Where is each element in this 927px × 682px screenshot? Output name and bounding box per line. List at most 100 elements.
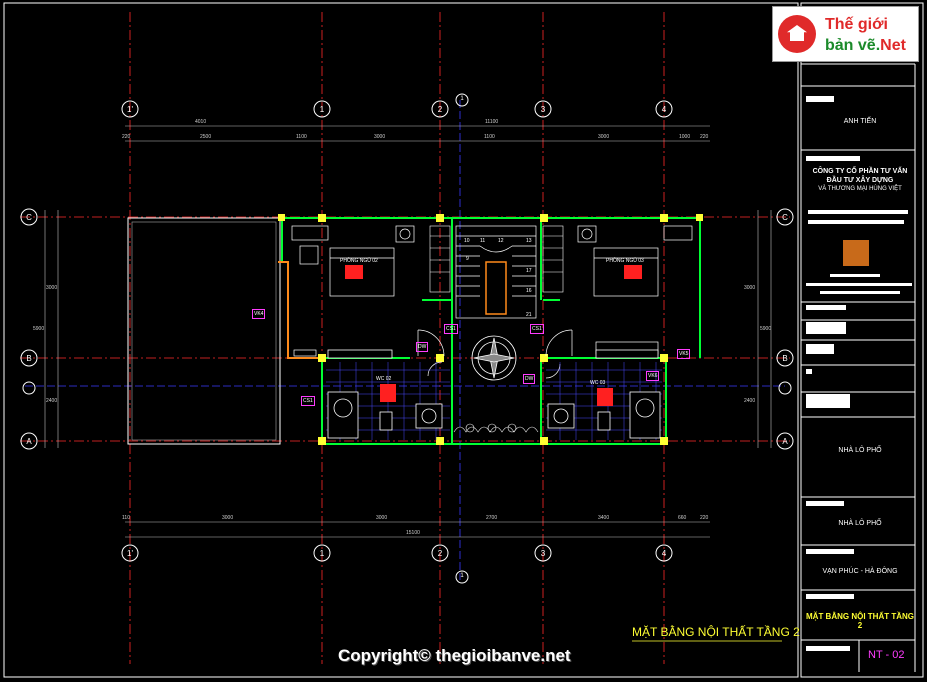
- dim-left: 2400: [46, 398, 58, 404]
- axis-label-top-2: 2: [437, 105, 443, 114]
- axis-label-bottom-3: 3: [540, 549, 546, 558]
- tb-bar: [806, 305, 846, 310]
- tb-company-2: ĐẦU TƯ XÂY DỰNG: [826, 177, 894, 184]
- tb-bar: [806, 283, 912, 286]
- tb-bar: [820, 291, 900, 294]
- dim-top-sub: 3000: [598, 134, 610, 140]
- tag-vk6: VK6: [646, 371, 660, 381]
- dim-top-sub: 1100: [484, 134, 495, 140]
- company-logo: [843, 240, 869, 266]
- tb-bar: [806, 501, 844, 506]
- tb-company-1: CÔNG TY CỔ PHẦN TƯ VẤN: [812, 168, 908, 175]
- dim-bottom-sub: 110: [122, 515, 130, 521]
- tb-project-2: NHÀ LÔ PHỐ: [838, 520, 882, 527]
- dim-top-total: 11100: [485, 119, 499, 125]
- dim-right: 2400: [744, 398, 756, 404]
- dim-top-sub: 1100: [296, 134, 307, 140]
- axis-label-right-c: C: [782, 213, 788, 222]
- tb-bar: [806, 96, 834, 102]
- tb-bar: [806, 646, 850, 651]
- logo-line1: Thế giới: [825, 16, 888, 33]
- tb-bar: [806, 344, 834, 354]
- tag-cs1: CS1: [530, 324, 544, 334]
- tag-dw: DW: [416, 342, 429, 352]
- tb-project-1: NHÀ LÔ PHỐ: [838, 447, 882, 454]
- planter: [453, 423, 539, 433]
- dim-right: 3000: [744, 285, 756, 291]
- terrace-inner: [131, 221, 277, 441]
- room-label-wc1: WC 02: [376, 376, 392, 382]
- copyright: Copyright© thegioibanve.net: [338, 646, 571, 665]
- dim-bottom-sub: 220: [700, 515, 709, 521]
- stair-step: 16: [526, 288, 532, 294]
- tb-bar: [806, 369, 812, 374]
- logo-line2: bản vẽ.: [825, 37, 881, 54]
- stair-step: 13: [526, 238, 532, 244]
- bedroom2-furniture: [577, 225, 693, 355]
- room-label-bed2: PHÒNG NGỦ 03: [606, 258, 644, 264]
- dim-bottom-sub: 3400: [598, 515, 610, 521]
- tb-location: VẠN PHÚC - HÀ ĐÔNG: [822, 568, 898, 575]
- tag-vk4: VK4: [252, 309, 266, 319]
- tb-company-3: VÀ THƯƠNG MẠI HÙNG VIỆT: [818, 186, 902, 192]
- dim-top-sub: 220: [700, 134, 709, 140]
- dim-left: 5900: [33, 326, 45, 332]
- axis-label-bottom-2: 2: [437, 549, 443, 558]
- stair-step: 11: [480, 238, 486, 244]
- drawing-title: MẶT BẰNG NỘI THẤT TẦNG 2: [632, 625, 800, 639]
- dim-bottom-sub: 2700: [486, 515, 498, 521]
- stair-step: 12: [498, 238, 504, 244]
- tb-owner: ANH TIẾN: [843, 118, 877, 125]
- grid-lines-vertical: [129, 12, 665, 664]
- bedroom1-furniture: [291, 225, 415, 357]
- axis-label-top-4: 4: [661, 105, 667, 114]
- dim-bottom-total: 15100: [406, 530, 420, 536]
- tag-vk5: VK5: [677, 349, 691, 359]
- dim-top-sub: 220: [122, 134, 131, 140]
- stair-step: 10: [464, 238, 470, 244]
- dim-bottom-sub: 660: [678, 515, 687, 521]
- tb-bar: [830, 274, 880, 277]
- tb-bar: [808, 210, 908, 214]
- tag-cs1: CS1: [444, 324, 458, 334]
- tb-bar: [806, 156, 860, 161]
- terrace-outline: [127, 217, 281, 445]
- dim-top-sub: 3000: [374, 134, 386, 140]
- stair-step: 9: [466, 256, 469, 262]
- stair-step: 21: [526, 312, 532, 318]
- axis-label-bottom-1: 1: [319, 549, 325, 558]
- dimension-lines: [44, 125, 772, 538]
- room-label-wc2: WC 03: [590, 380, 606, 386]
- axis-label-right-b: B: [782, 354, 788, 363]
- orange-wall: [278, 261, 318, 359]
- axis-label-top-1: 1: [319, 105, 325, 114]
- axis-label-top-3: 3: [540, 105, 546, 114]
- section-lines: [25, 100, 785, 580]
- dim-bottom-sub: 3000: [222, 515, 234, 521]
- tb-drawing-name: MẶT BẰNG NỘI THẤT TẦNG 2: [806, 612, 914, 631]
- axis-label-top-1p: 1': [127, 105, 133, 114]
- grid-bubbles: [20, 93, 794, 584]
- stair-well: [485, 261, 507, 315]
- dim-top-sub: 1000: [679, 134, 691, 140]
- dim-right: 5900: [760, 326, 772, 332]
- logo-net: Net: [880, 37, 906, 54]
- dim-bottom-sub: 3000: [376, 515, 388, 521]
- section-mark-bottom: 1: [460, 573, 464, 579]
- axis-label-left-c: C: [26, 213, 32, 222]
- stair-step: 17: [526, 268, 532, 274]
- axis-label-bottom-4: 4: [661, 549, 667, 558]
- dim-top-sub: 4010: [195, 119, 207, 125]
- axis-label-left-a: A: [26, 437, 32, 446]
- logo-line2-wrap: bản vẽ.Net: [825, 37, 906, 55]
- tag-cs1: CS1: [301, 396, 315, 406]
- floor-medallion: [471, 335, 517, 381]
- tb-bar: [806, 594, 854, 599]
- tb-bar: [806, 549, 854, 554]
- tb-sheet: NT - 02: [868, 649, 905, 661]
- axis-label-bottom-1p: 1': [127, 549, 133, 558]
- room-label-bed1: PHÒNG NGỦ 02: [340, 258, 378, 264]
- tb-bar: [808, 220, 904, 224]
- dim-left: 3000: [46, 285, 58, 291]
- cad-drawing: Thế giới bản vẽ.Net ANH TIẾN CÔNG TY CỔ …: [0, 0, 927, 682]
